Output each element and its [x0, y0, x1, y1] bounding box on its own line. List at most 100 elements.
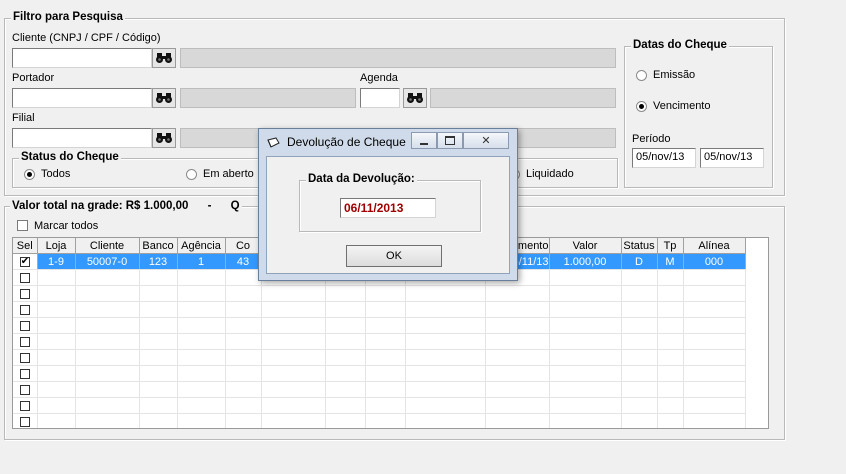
row-checkbox[interactable] — [19, 416, 30, 427]
row-select-cell[interactable] — [13, 397, 38, 414]
table-cell — [365, 285, 406, 302]
table-cell — [365, 301, 406, 318]
row-checkbox[interactable] — [19, 320, 30, 331]
filial-search-button[interactable] — [152, 128, 176, 148]
table-cell — [549, 381, 622, 398]
data-devolucao-input[interactable]: 06/11/2013 — [340, 198, 436, 218]
periodo-to-input[interactable]: 05/nov/13 — [700, 148, 764, 168]
status-liquidado-radio[interactable]: Liquidado — [509, 168, 574, 180]
table-cell — [139, 365, 178, 382]
table-cell — [621, 285, 658, 302]
radio-circle — [636, 100, 647, 112]
maximize-icon — [445, 136, 455, 145]
table-cell — [261, 413, 326, 428]
row-checkbox[interactable] — [19, 256, 30, 267]
table-row[interactable] — [13, 365, 746, 382]
col-header[interactable]: Banco — [139, 238, 178, 254]
agenda-search-button[interactable] — [403, 88, 427, 108]
cliente-search-button[interactable] — [152, 48, 176, 68]
row-select-cell[interactable] — [13, 365, 38, 382]
row-select-cell[interactable] — [13, 285, 38, 302]
radio-circle — [24, 168, 35, 180]
emissao-radio[interactable]: Emissão — [636, 69, 695, 81]
col-header[interactable]: Loja — [37, 238, 76, 254]
row-select-cell[interactable] — [13, 413, 38, 428]
table-cell — [621, 333, 658, 350]
table-cell — [485, 333, 550, 350]
row-checkbox[interactable] — [19, 304, 30, 315]
table-row[interactable] — [13, 381, 746, 398]
table-cell — [657, 381, 684, 398]
row-select-cell[interactable] — [13, 253, 38, 270]
data-devolucao-label: Data da Devolução: — [306, 173, 417, 185]
table-cell — [485, 317, 550, 334]
filial-label: Filial — [12, 112, 35, 124]
ok-button[interactable]: OK — [346, 245, 442, 267]
table-cell — [325, 365, 366, 382]
row-checkbox[interactable] — [19, 368, 30, 379]
binoculars-icon — [156, 133, 172, 143]
col-header[interactable]: Alínea — [683, 238, 746, 254]
agenda-input[interactable] — [360, 88, 400, 108]
table-cell — [261, 381, 326, 398]
status-em-aberto-radio[interactable]: Em aberto — [186, 168, 254, 180]
row-checkbox[interactable] — [19, 272, 30, 283]
row-checkbox[interactable] — [19, 352, 30, 363]
row-checkbox[interactable] — [19, 288, 30, 299]
row-checkbox[interactable] — [19, 384, 30, 395]
table-cell: M — [657, 253, 684, 270]
minimize-button[interactable] — [411, 132, 437, 149]
close-button[interactable]: ✕ — [463, 132, 509, 149]
radio-circle — [186, 168, 197, 180]
col-header[interactable]: Status — [621, 238, 658, 254]
col-header[interactable]: Sel — [13, 238, 38, 254]
row-select-cell[interactable] — [13, 317, 38, 334]
row-checkbox[interactable] — [19, 336, 30, 347]
col-header[interactable]: Cliente — [75, 238, 140, 254]
table-cell — [549, 349, 622, 366]
row-select-cell[interactable] — [13, 381, 38, 398]
table-row[interactable] — [13, 333, 746, 350]
table-row[interactable] — [13, 301, 746, 318]
filial-input[interactable] — [12, 128, 152, 148]
table-cell — [75, 285, 140, 302]
row-select-cell[interactable] — [13, 333, 38, 350]
col-header[interactable]: Valor — [549, 238, 622, 254]
marcar-todos-checkbox[interactable] — [17, 220, 28, 231]
row-select-cell[interactable] — [13, 301, 38, 318]
table-cell — [365, 349, 406, 366]
row-select-cell[interactable] — [13, 349, 38, 366]
col-header[interactable]: Tp — [657, 238, 684, 254]
table-cell — [177, 285, 226, 302]
cliente-input[interactable] — [12, 48, 152, 68]
cliente-label: Cliente (CNPJ / CPF / Código) — [12, 32, 161, 44]
row-checkbox[interactable] — [19, 400, 30, 411]
table-row[interactable] — [13, 317, 746, 334]
table-cell — [621, 365, 658, 382]
table-cell — [177, 269, 226, 286]
table-cell — [37, 413, 76, 428]
binoculars-icon — [156, 53, 172, 63]
table-cell — [177, 413, 226, 428]
vencimento-radio[interactable]: Vencimento — [636, 100, 710, 112]
table-cell — [549, 301, 622, 318]
table-cell — [139, 301, 178, 318]
table-row[interactable] — [13, 413, 746, 428]
portador-search-button[interactable] — [152, 88, 176, 108]
table-cell: 43 — [225, 253, 262, 270]
table-row[interactable] — [13, 397, 746, 414]
portador-input[interactable] — [12, 88, 152, 108]
table-row[interactable] — [13, 349, 746, 366]
table-row[interactable] — [13, 285, 746, 302]
col-header[interactable]: Agência — [177, 238, 226, 254]
table-cell — [657, 365, 684, 382]
table-cell — [75, 381, 140, 398]
row-select-cell[interactable] — [13, 269, 38, 286]
table-cell — [325, 349, 366, 366]
table-cell — [549, 269, 622, 286]
periodo-from-input[interactable]: 05/nov/13 — [632, 148, 696, 168]
maximize-button[interactable] — [437, 132, 463, 149]
status-todos-radio[interactable]: Todos — [24, 168, 70, 180]
col-header[interactable]: Co — [225, 238, 262, 254]
table-cell — [75, 413, 140, 428]
